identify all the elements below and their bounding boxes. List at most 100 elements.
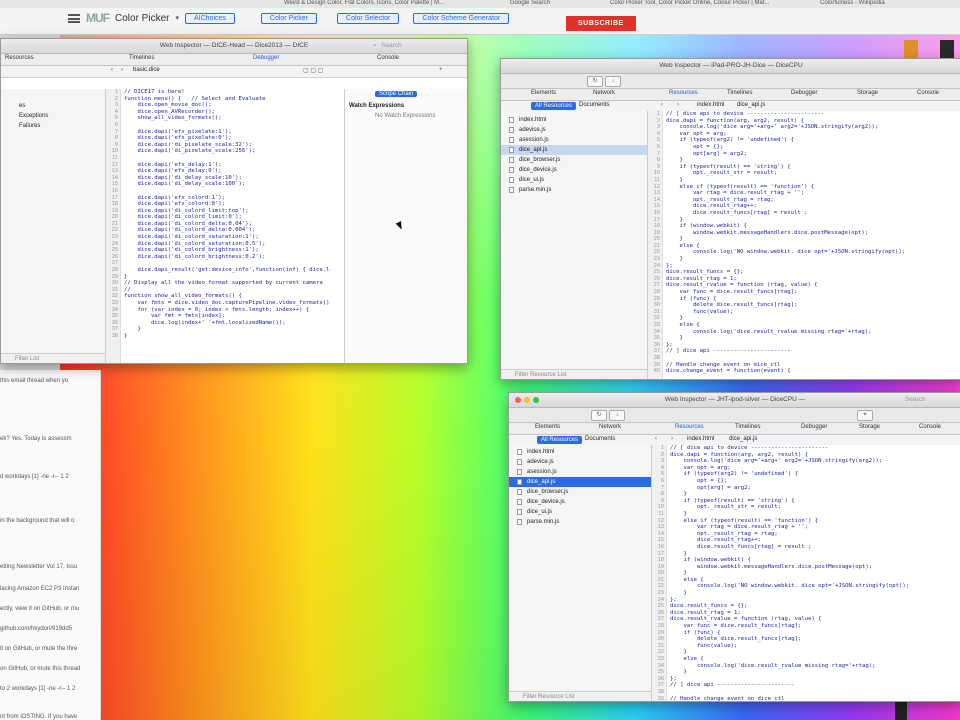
code-line[interactable]: dice.result_rtag++; — [670, 537, 909, 544]
resource-item[interactable]: dice_device.js — [509, 497, 651, 507]
line-number[interactable]: 26 — [106, 254, 120, 261]
resource-item-selected[interactable]: dice_api.js — [501, 145, 647, 155]
line-number[interactable]: 25 — [648, 269, 662, 276]
code-line[interactable] — [670, 689, 909, 696]
breadcrumb-file[interactable]: basic.dice — [133, 67, 160, 73]
resource-item[interactable]: dice_browser.js — [501, 155, 647, 165]
resource-item-selected[interactable]: dice_api.js — [509, 477, 651, 487]
code-line[interactable]: dice.open_AVRecorder(); — [124, 109, 329, 116]
code-line[interactable]: dice.result_funcs[rtag] = result ; — [670, 544, 909, 551]
line-number[interactable]: 21 — [648, 243, 662, 250]
code-line[interactable]: dice.result_rtag = 1; — [666, 276, 905, 283]
window-titlebar[interactable]: Web Inspector — JHT-ipod-silver — DiceCP… — [509, 393, 960, 408]
code-line[interactable]: var opt = arg; — [666, 131, 905, 138]
code-line[interactable]: dice.dapi('di_delay_scale:100'); — [124, 181, 329, 188]
code-line[interactable]: } — [666, 157, 905, 164]
code-line[interactable]: if (window.webkit) { — [670, 557, 909, 564]
code-editor[interactable]: 1 2 3 4 5 6 7 8 9 10 11 12 13 14 15 16 17 18 19 20 21 22 23 24 2… — [106, 89, 344, 363]
line-number[interactable]: 13 — [106, 168, 120, 175]
code-line[interactable]: console.log('NO window.webkit. dice opt=… — [670, 583, 909, 590]
tab-console[interactable]: Console — [919, 424, 941, 430]
code-line[interactable]: dice.change_event = function(event) { — [666, 368, 905, 375]
line-number[interactable]: 1 — [648, 111, 662, 118]
code-line[interactable]: dice.dapi('di_colord_saturation:1'); — [124, 234, 329, 241]
site-title[interactable]: Color Picker — [115, 13, 169, 24]
line-number[interactable]: 34 — [106, 307, 120, 314]
code-line[interactable]: dice.dapi('di_pixelate_scale:256'); — [124, 148, 329, 155]
browser-tab[interactable]: Google Search — [510, 0, 550, 6]
code-line[interactable]: dice.dapi = function(arg, arg2, result) … — [666, 118, 905, 125]
browser-tab[interactable]: Colorfulness - Wikipedia — [820, 0, 885, 6]
line-number[interactable]: 32 — [652, 649, 666, 656]
code-line[interactable]: else if (typeof(result) == 'function') { — [670, 518, 909, 525]
line-number[interactable]: 11 — [652, 511, 666, 518]
code-line[interactable]: console.log('dice arg='+arg+' arg2='+JSO… — [670, 458, 909, 465]
code-line[interactable]: opt._result_rtag = rtag; — [666, 197, 905, 204]
line-number[interactable]: 12 — [106, 162, 120, 169]
line-number[interactable]: 16 — [652, 544, 666, 551]
line-number[interactable]: 36 — [106, 320, 120, 327]
line-number[interactable]: 1 — [106, 89, 120, 96]
line-number[interactable]: 24 — [652, 597, 666, 604]
line-number[interactable]: 18 — [106, 201, 120, 208]
line-number[interactable]: 31 — [106, 287, 120, 294]
resource-item[interactable]: index.html — [501, 115, 647, 125]
line-number[interactable]: 20 — [652, 570, 666, 577]
code-line[interactable]: // ] dice api ----------------------- — [670, 682, 909, 689]
code-line[interactable]: }; — [670, 676, 909, 683]
code-line[interactable]: function menu() { // Select and Evaluate — [124, 96, 329, 103]
line-number[interactable]: 15 — [652, 537, 666, 544]
line-number[interactable]: 22 — [106, 227, 120, 234]
code-line[interactable]: window.webkit.messageHandlers.dice.postM… — [666, 230, 905, 237]
breadcrumb-item[interactable]: index.html — [697, 102, 724, 108]
code-line[interactable]: } — [666, 177, 905, 184]
line-number[interactable]: 33 — [652, 656, 666, 663]
code-line[interactable]: else { — [666, 243, 905, 250]
browser-tab[interactable]: Color Picker Tool, Color Picker Online, … — [610, 0, 770, 6]
line-number[interactable]: 17 — [652, 551, 666, 558]
tab-storage[interactable]: Storage — [859, 424, 880, 430]
code-line[interactable]: // Display all the video format supporte… — [124, 280, 329, 287]
line-number[interactable]: 39 — [648, 362, 662, 369]
filter-list[interactable]: Filter List — [1, 353, 105, 363]
line-number[interactable]: 34 — [648, 329, 662, 336]
line-number[interactable]: 19 — [106, 208, 120, 215]
line-number[interactable]: 7 — [648, 151, 662, 158]
tab-console[interactable]: Console — [377, 55, 399, 61]
reload-icon[interactable]: ↻ — [587, 76, 603, 87]
code-line[interactable]: dice.dapi('di_colord_brightness:0.2'); — [124, 254, 329, 261]
line-number[interactable]: 25 — [106, 247, 120, 254]
line-number[interactable]: 22 — [652, 583, 666, 590]
code-line[interactable]: else if (typeof(result) == 'function') { — [666, 184, 905, 191]
code-line[interactable]: if (window.webkit) { — [666, 223, 905, 230]
line-number[interactable]: 10 — [106, 148, 120, 155]
code-line[interactable]: dice.dapi('di_pixelate_scale:32'); — [124, 142, 329, 149]
filter-documents[interactable]: Documents — [579, 102, 609, 108]
line-number[interactable]: 6 — [106, 122, 120, 129]
line-number[interactable]: 6 — [648, 144, 662, 151]
code-line[interactable]: var fmts = dice.video_doc.capturePipelin… — [124, 300, 329, 307]
code-line[interactable]: dice.dapi('efx_colord:0'); — [124, 201, 329, 208]
code-line[interactable] — [124, 122, 329, 129]
code-line[interactable]: if (typeof(arg2) != 'undefined') { — [670, 471, 909, 478]
line-number[interactable]: 9 — [652, 498, 666, 505]
code-line[interactable]: dice.result_funcs = {}; — [670, 603, 909, 610]
code-line[interactable]: else { — [670, 577, 909, 584]
code-line[interactable]: console.log('dice arg='+arg+' arg2='+JSO… — [666, 124, 905, 131]
line-number[interactable]: 26 — [648, 276, 662, 283]
code-line[interactable]: dice.dapi('di_delay_scale:10'); — [124, 175, 329, 182]
chevron-down-icon[interactable]: ▾ — [175, 14, 179, 22]
line-number[interactable]: 32 — [106, 293, 120, 300]
line-number[interactable]: 19 — [648, 230, 662, 237]
line-number[interactable]: 24 — [648, 263, 662, 270]
code-line[interactable]: dice.dapi('di_colord_limit:top'); — [124, 208, 329, 215]
code-line[interactable]: dice.dapi('di_colord_brightness:1'); — [124, 247, 329, 254]
reload-icon[interactable]: ↻ — [591, 410, 607, 421]
scope-chain-button[interactable]: Scope Chain — [375, 91, 418, 97]
filter-resource-list[interactable]: Filter Resource List — [509, 691, 651, 701]
code-line[interactable]: show_all_video_formats(); — [124, 115, 329, 122]
line-number[interactable]: 29 — [648, 296, 662, 303]
sidebar-item[interactable]: Exceptions — [1, 111, 105, 121]
watch-expressions-header[interactable]: Watch Expressions — [349, 103, 404, 109]
code-line[interactable]: func(value); — [666, 309, 905, 316]
